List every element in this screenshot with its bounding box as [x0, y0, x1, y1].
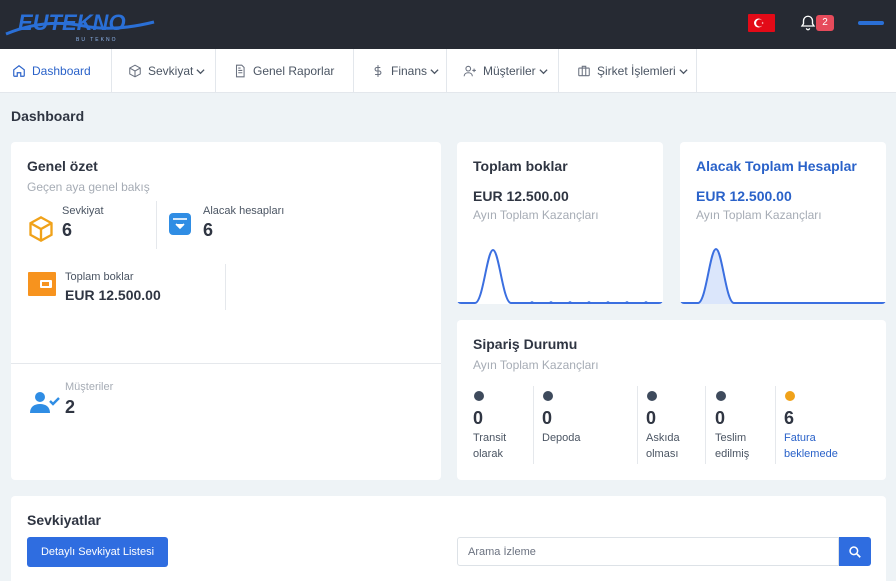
status-label: Teslim edilmiş	[715, 432, 750, 460]
nav-genel-raporlar[interactable]: Genel Raporlar	[216, 49, 354, 93]
detailed-shipment-list-button[interactable]: Detaylı Sevkiyat Listesi	[27, 537, 168, 567]
status-value: 0	[715, 408, 726, 428]
nav-dashboard[interactable]: Dashboard	[0, 49, 112, 93]
order-status-card: Sipariş Durumu Ayın Toplam Kazançları 0 …	[457, 320, 886, 480]
receivables-card-title[interactable]: Alacak Toplam Hesaplar	[696, 158, 857, 174]
status-value: 0	[646, 408, 657, 428]
page-title: Dashboard	[11, 108, 85, 124]
shipment-value: 6	[62, 220, 73, 240]
total-debt-card: Toplam boklar EUR 12.500.00 Ayın Toplam …	[457, 142, 663, 304]
status-value: 6	[784, 408, 795, 428]
wallet-icon	[28, 272, 56, 296]
divider	[156, 201, 157, 249]
customers-label: Müşteriler	[65, 381, 114, 393]
search-input[interactable]	[457, 537, 839, 566]
sparkline-chart	[457, 248, 663, 304]
document-icon	[235, 64, 245, 78]
status-label-link[interactable]: Fatura beklemede	[784, 430, 838, 462]
status-dot	[647, 391, 657, 401]
status-value: 0	[542, 408, 553, 428]
user-check-icon	[30, 392, 60, 413]
search-button[interactable]	[839, 537, 871, 566]
receivables-label: Alacak hesapları	[203, 205, 285, 217]
summary-title: Genel özet	[27, 158, 98, 174]
total-debt-card-subtitle: Ayın Toplam Kazançları	[473, 208, 599, 222]
shipments-title: Sevkiyatlar	[27, 512, 101, 528]
chevron-down-icon	[430, 68, 439, 74]
top-bar: EUTEKNO BU TEKNO 2	[0, 0, 896, 49]
divider	[225, 264, 226, 310]
status-dot	[716, 391, 726, 401]
cube-icon	[29, 215, 53, 243]
total-debt-card-title: Toplam boklar	[473, 158, 568, 174]
total-debt-value: EUR 12.500.00	[65, 287, 161, 303]
total-debt-label: Toplam boklar	[65, 271, 134, 283]
logo-text: EUTEKNO	[18, 10, 126, 35]
nav-label: Müşteriler	[483, 64, 536, 78]
receivables-value: 6	[203, 220, 214, 240]
inbox-download-icon	[169, 213, 191, 235]
main-nav: Dashboard Sevkiyat Genel Raporlar Finans…	[0, 49, 896, 93]
turkey-flag-icon[interactable]	[748, 14, 775, 32]
nav-label: Dashboard	[32, 64, 91, 78]
status-label: Askıda olması	[646, 432, 680, 460]
status-dot	[785, 391, 795, 401]
chevron-down-icon	[679, 68, 688, 74]
status-dot	[543, 391, 553, 401]
nav-sevkiyat[interactable]: Sevkiyat	[112, 49, 216, 93]
summary-card: Genel özet Geçen aya genel bakış Sevkiya…	[11, 142, 441, 480]
eutekno-logo[interactable]: EUTEKNO BU TEKNO	[4, 8, 160, 44]
receivables-card-subtitle: Ayın Toplam Kazançları	[696, 208, 822, 222]
divider	[11, 363, 441, 364]
chevron-down-icon	[539, 68, 548, 74]
divider	[775, 386, 776, 464]
divider	[533, 386, 534, 464]
bell-icon[interactable]	[799, 14, 817, 32]
status-value: 0	[473, 408, 484, 428]
status-dot	[474, 391, 484, 401]
status-label: Transit olarak	[473, 432, 507, 460]
receivables-card-value: EUR 12.500.00	[696, 188, 792, 204]
area-sparkline-chart	[680, 247, 886, 304]
chevron-down-icon	[196, 68, 205, 74]
user-avatar-logo[interactable]	[858, 20, 884, 26]
receivables-card: Alacak Toplam Hesaplar EUR 12.500.00 Ayı…	[680, 142, 886, 304]
home-icon	[13, 65, 25, 77]
order-status-title: Sipariş Durumu	[473, 336, 578, 352]
dollar-icon	[374, 65, 382, 77]
box-icon	[129, 64, 141, 78]
nav-label: Sevkiyat	[148, 64, 194, 78]
summary-subtitle: Geçen aya genel bakış	[27, 180, 150, 194]
shipment-label: Sevkiyat	[62, 205, 104, 217]
logo-tagline: BU TEKNO	[76, 37, 117, 43]
nav-sirket-islemleri[interactable]: Şirket İşlemleri	[559, 49, 697, 93]
customers-value: 2	[65, 397, 76, 417]
order-status-subtitle: Ayın Toplam Kazançları	[473, 358, 599, 372]
user-plus-icon	[463, 65, 476, 77]
briefcase-icon	[578, 65, 590, 77]
nav-label: Finans	[391, 64, 428, 78]
status-label: Depoda	[542, 432, 581, 444]
nav-label: Şirket İşlemleri	[597, 64, 676, 78]
nav-label: Genel Raporlar	[253, 64, 335, 78]
search-icon	[849, 545, 861, 558]
divider	[705, 386, 706, 464]
nav-musteriler[interactable]: Müşteriler	[447, 49, 559, 93]
nav-finans[interactable]: Finans	[354, 49, 447, 93]
notification-badge: 2	[816, 15, 834, 31]
divider	[637, 386, 638, 464]
total-debt-card-value: EUR 12.500.00	[473, 188, 569, 204]
